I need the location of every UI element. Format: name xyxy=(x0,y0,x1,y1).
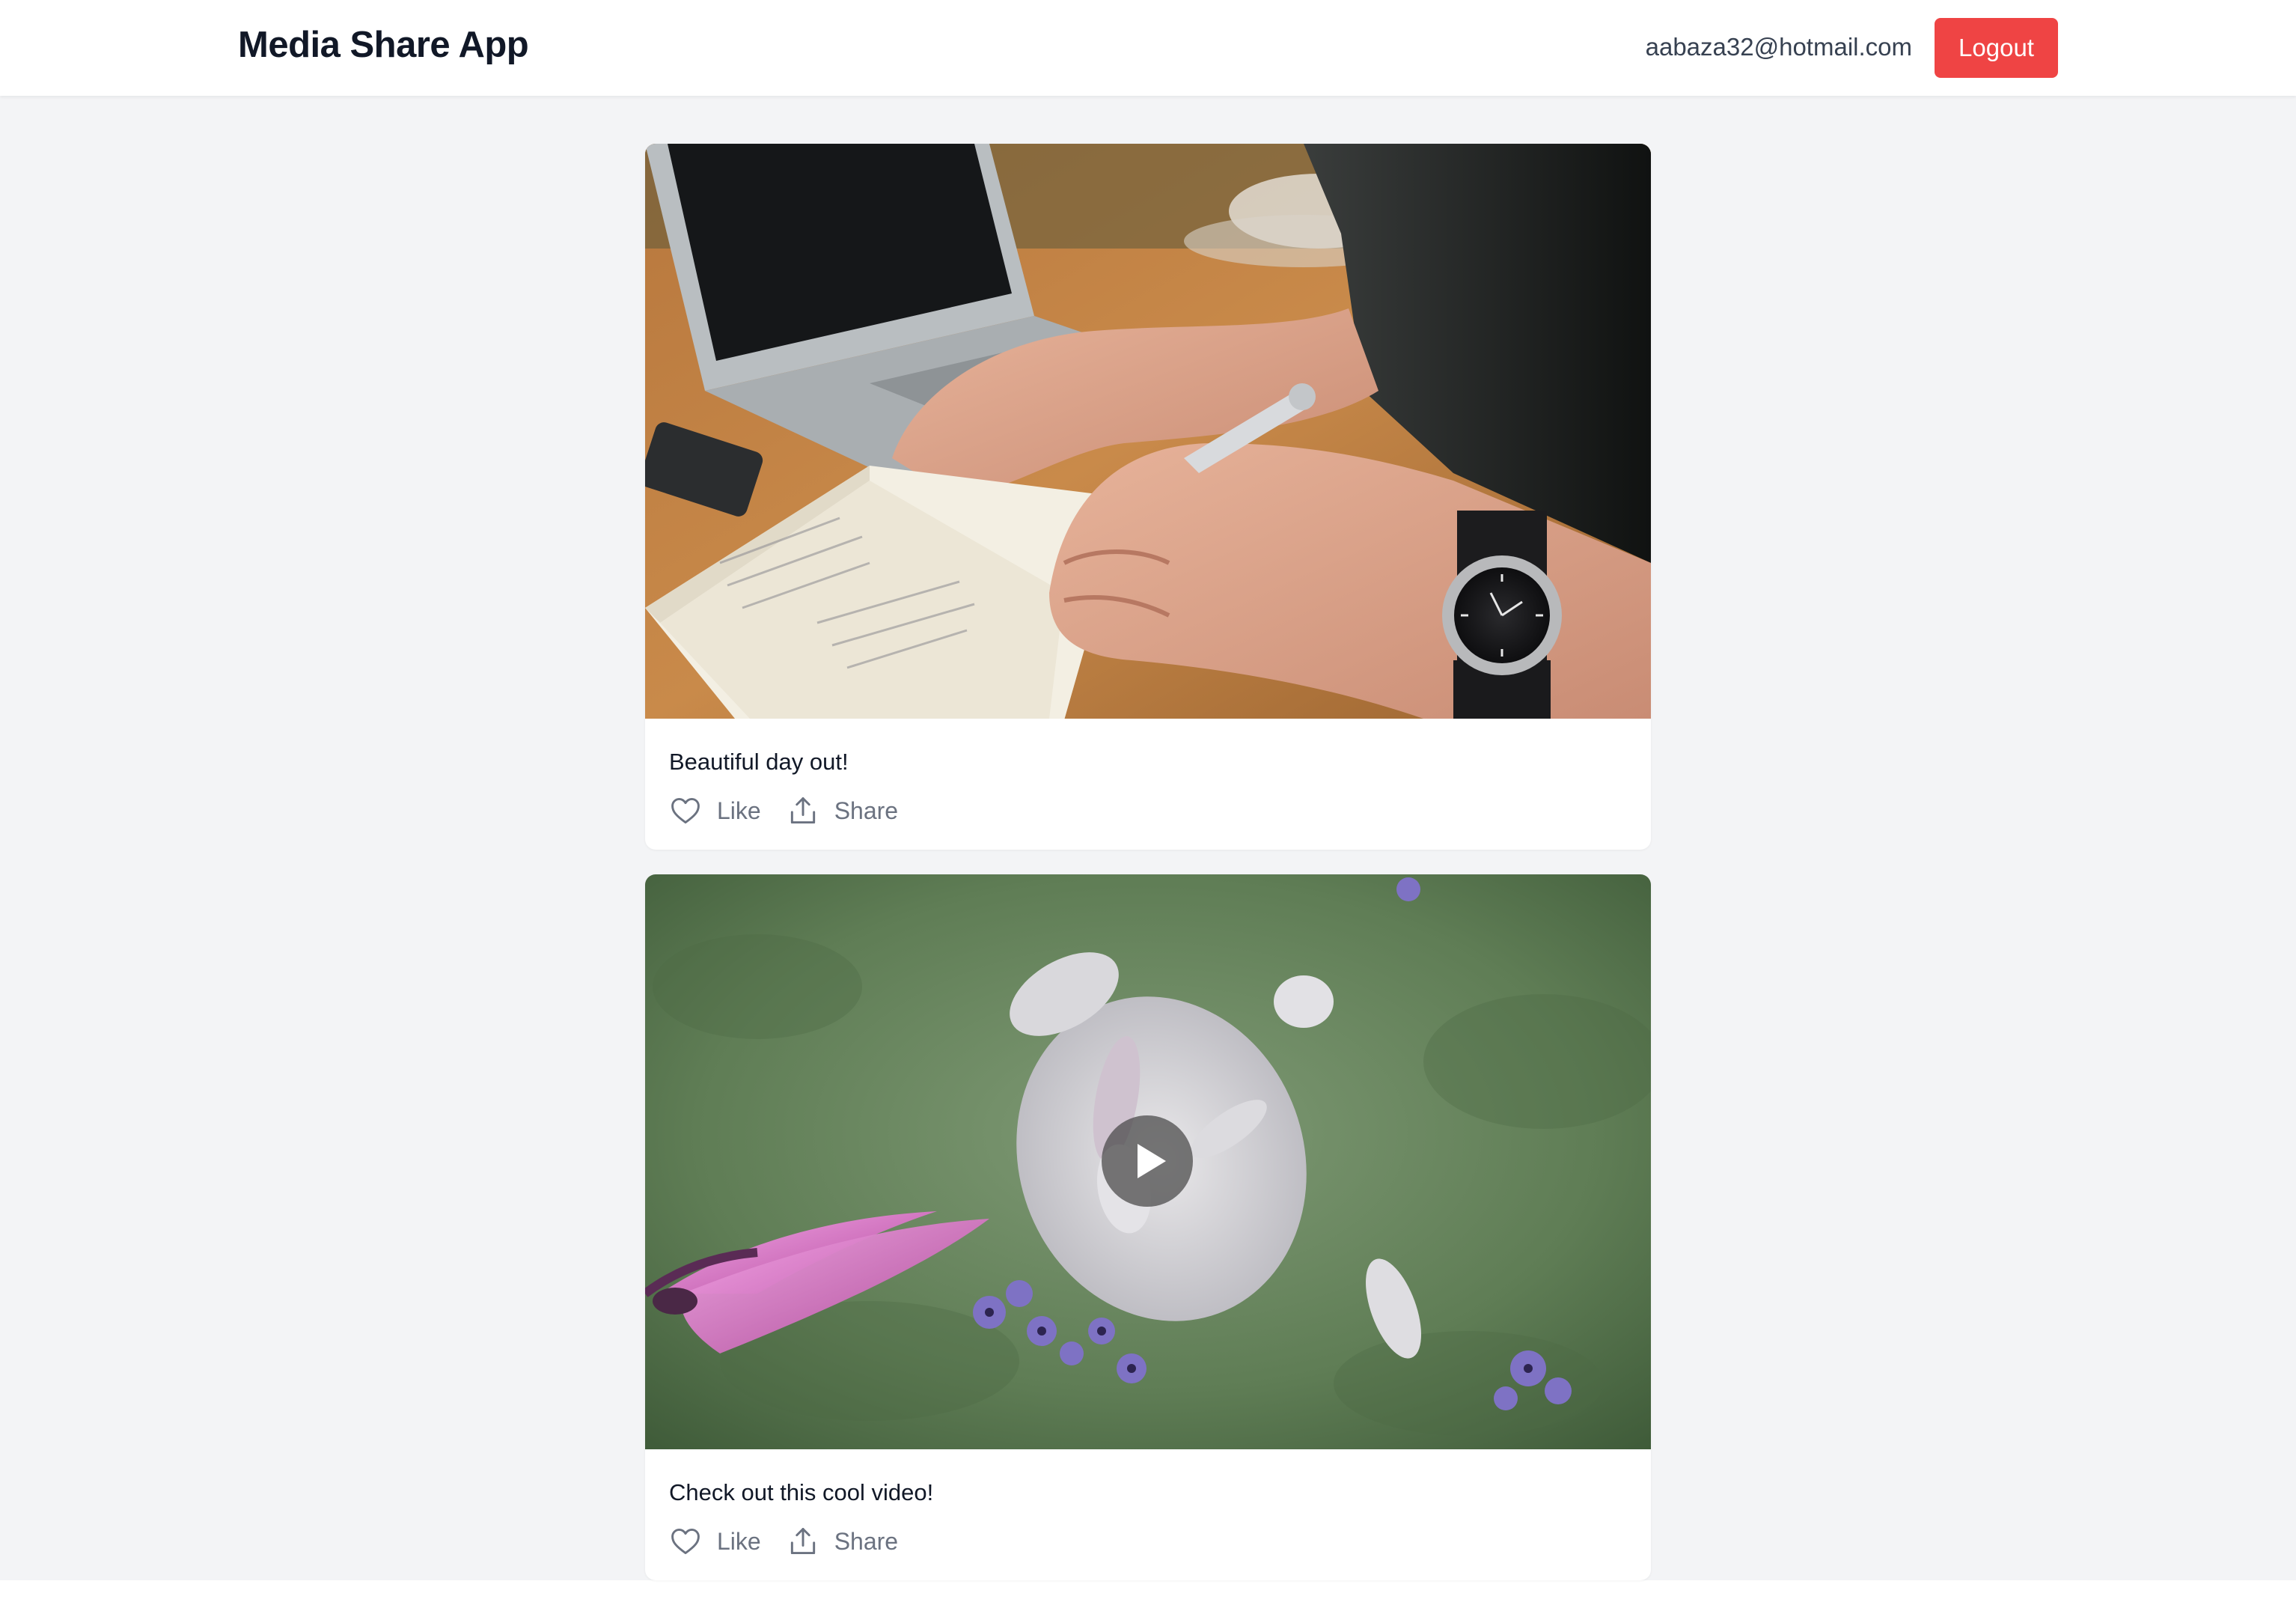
play-button[interactable] xyxy=(1102,1115,1193,1207)
user-email: aabaza32@hotmail.com xyxy=(1645,33,1912,61)
play-icon xyxy=(1138,1144,1166,1178)
like-button[interactable]: Like xyxy=(669,794,761,827)
share-button[interactable]: Share xyxy=(787,1525,898,1558)
like-button[interactable]: Like xyxy=(669,1525,761,1558)
top-navbar: Media Share App aabaza32@hotmail.com Log… xyxy=(0,0,2296,96)
app-title: Media Share App xyxy=(238,25,529,65)
share-button[interactable]: Share xyxy=(787,794,898,827)
like-label: Like xyxy=(717,1527,761,1555)
post-video[interactable] xyxy=(645,874,1651,1449)
like-label: Like xyxy=(717,797,761,824)
heart-icon xyxy=(669,1525,702,1558)
post-card: Check out this cool video! Like Share xyxy=(645,874,1651,1580)
post-image[interactable] xyxy=(645,144,1651,719)
share-upload-icon xyxy=(787,794,819,827)
post-actions: Like Share xyxy=(669,1523,923,1560)
share-upload-icon xyxy=(787,1525,819,1558)
post-card: Beautiful day out! Like Share xyxy=(645,144,1651,850)
heart-icon xyxy=(669,794,702,827)
share-label: Share xyxy=(834,1527,899,1555)
logout-button[interactable]: Logout xyxy=(1935,18,2058,78)
post-caption: Beautiful day out! xyxy=(669,749,849,775)
writing-scene-illustration xyxy=(645,144,1651,719)
share-label: Share xyxy=(834,797,899,824)
post-actions: Like Share xyxy=(669,792,923,829)
post-caption: Check out this cool video! xyxy=(669,1479,934,1505)
